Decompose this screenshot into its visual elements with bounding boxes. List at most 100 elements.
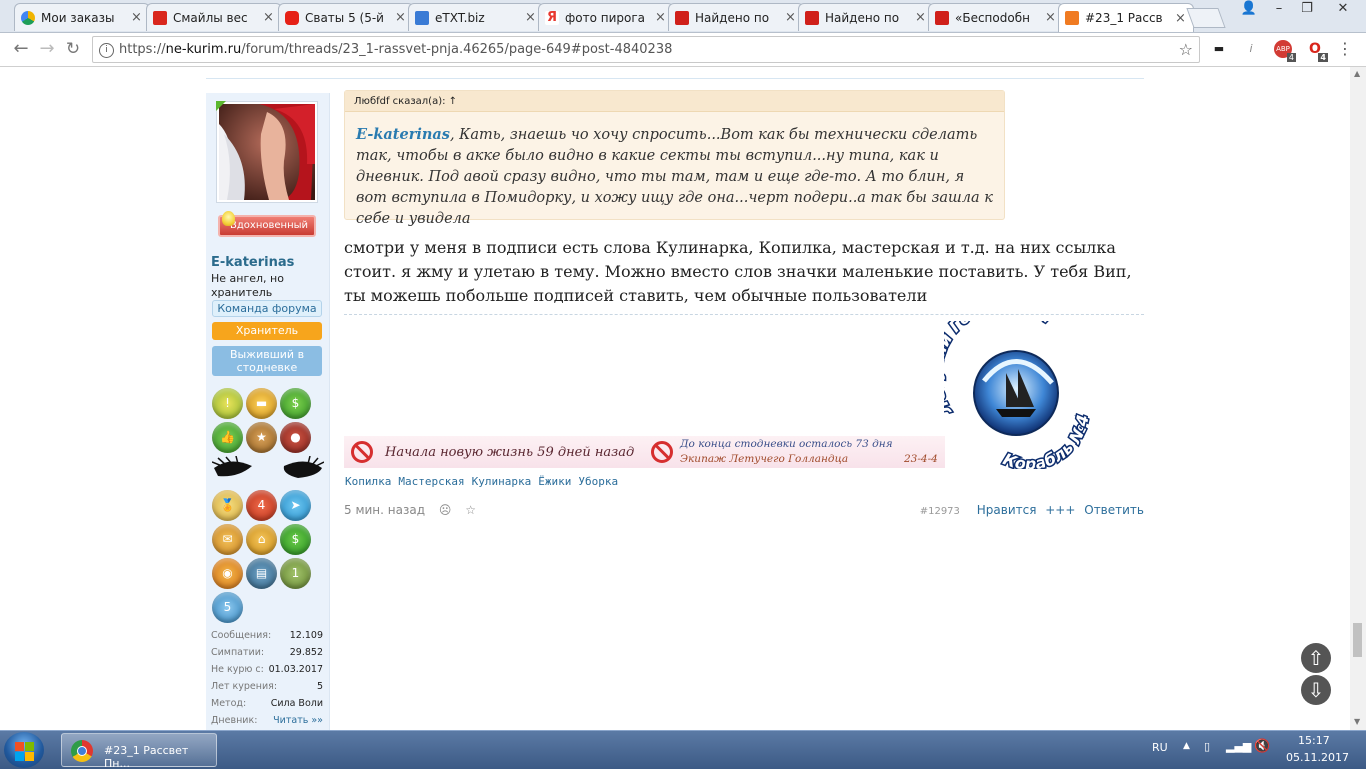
- tab-5[interactable]: Я фото пирога ×: [538, 3, 674, 31]
- tab-active[interactable]: #23_1 Рассв ×: [1058, 3, 1194, 32]
- info-extension-icon[interactable]: i: [1242, 40, 1260, 58]
- address-bar[interactable]: i https://ne-kurim.ru/forum/threads/23_1…: [92, 36, 1200, 63]
- divider: [206, 78, 1144, 79]
- adblock-icon[interactable]: ABP 4: [1274, 40, 1296, 62]
- tab-8[interactable]: «Беспodобн ×: [928, 3, 1064, 31]
- like-button[interactable]: Нравится: [977, 503, 1037, 517]
- close-icon[interactable]: ×: [131, 10, 143, 25]
- url-text: https://ne-kurim.ru/forum/threads/23_1-r…: [119, 42, 673, 57]
- back-button[interactable]: ←: [10, 38, 32, 60]
- quote-attribution[interactable]: Любfdf сказал(а): ↑: [354, 96, 457, 107]
- stat-diary: Дневник: Читать »»: [211, 715, 323, 729]
- tab-3[interactable]: Сваты 5 (5-й ×: [278, 3, 414, 31]
- trophy-book-5-icon[interactable]: 5: [212, 592, 243, 623]
- flying-dutchman-logo[interactable]: Летучий Голландец Корабль №4: [944, 321, 1090, 469]
- tab-2[interactable]: Смайлы вес ×: [146, 3, 282, 31]
- tab-4[interactable]: eTXT.biz ×: [408, 3, 544, 31]
- close-icon[interactable]: ×: [1175, 11, 1187, 26]
- tab-label: eTXT.biz: [435, 10, 485, 25]
- bookmark-star-icon[interactable]: ☆: [1179, 40, 1193, 59]
- browser-toolbar: ← → ↻ i https://ne-kurim.ru/forum/thread…: [0, 33, 1366, 67]
- minimize-button[interactable]: –: [1266, 0, 1292, 20]
- close-icon[interactable]: ×: [263, 10, 275, 25]
- lightbulb-icon: [222, 211, 235, 226]
- trophy-stars-icon[interactable]: ★: [246, 422, 277, 453]
- language-indicator[interactable]: RU: [1152, 741, 1168, 754]
- scroll-down-arrow-icon[interactable]: ▼: [1354, 717, 1360, 726]
- taskbar-chrome-item[interactable]: #23_1 Рассвет Пн...: [61, 733, 217, 770]
- trophy-number: 5: [223, 600, 232, 614]
- scroll-up-arrow-icon[interactable]: ▲: [1354, 69, 1360, 78]
- windows-logo-icon: [25, 752, 34, 761]
- tab-6[interactable]: Найдено по ×: [668, 3, 804, 31]
- reply-button[interactable]: Ответить: [1084, 503, 1144, 517]
- tab-favicon: [153, 10, 167, 25]
- user-icon[interactable]: 👤: [1236, 0, 1262, 20]
- info-icon[interactable]: i: [99, 43, 114, 58]
- menu-icon[interactable]: ⋮: [1336, 40, 1354, 58]
- signature-link-masterskaya[interactable]: Мастерская: [398, 475, 464, 488]
- post-time[interactable]: 5 мин. назад: [344, 503, 425, 517]
- scroll-up-button[interactable]: ⇧: [1301, 643, 1331, 673]
- close-icon[interactable]: ×: [655, 10, 667, 25]
- sad-face-icon[interactable]: ☹: [439, 503, 452, 517]
- tab-1[interactable]: Мои заказы ×: [14, 3, 150, 31]
- scrollbar-thumb[interactable]: [1353, 623, 1362, 657]
- network-icon[interactable]: ▂▄▆: [1226, 740, 1251, 753]
- stat-label: Симпатии:: [211, 647, 265, 658]
- close-window-button[interactable]: ✕: [1326, 0, 1360, 20]
- trophy-camera-icon[interactable]: ◉: [212, 558, 243, 589]
- quote-mention[interactable]: E-katerinas: [356, 126, 450, 143]
- trophy-tomato-4-icon[interactable]: 4: [246, 490, 277, 521]
- forward-button[interactable]: →: [36, 38, 58, 60]
- user-title: Не ангел, но хранитель: [211, 272, 284, 299]
- start-button[interactable]: [4, 732, 44, 768]
- device-icon[interactable]: ▯: [1204, 740, 1210, 753]
- signature-link-uborka[interactable]: Уборка: [578, 475, 618, 488]
- close-icon[interactable]: ×: [785, 10, 797, 25]
- trophy-train-icon[interactable]: ▤: [246, 558, 277, 589]
- trophy-warning-icon[interactable]: !: [212, 388, 243, 419]
- opera-extension-icon[interactable]: O4: [1306, 40, 1328, 62]
- trophy-telegram-icon[interactable]: ➤: [280, 490, 311, 521]
- signature-banner[interactable]: Начала новую жизнь 59 дней назад До конц…: [344, 436, 945, 468]
- reload-button[interactable]: ↻: [62, 38, 84, 60]
- new-tab-button[interactable]: [1186, 8, 1226, 28]
- signature-link-yozhiki[interactable]: Ёжики: [538, 475, 571, 488]
- tab-7[interactable]: Найдено по ×: [798, 3, 934, 31]
- cast-icon[interactable]: ▬: [1210, 40, 1228, 58]
- diary-link[interactable]: Читать »»: [273, 715, 323, 726]
- plus-button[interactable]: +++: [1045, 503, 1075, 517]
- clock-time[interactable]: 15:17: [1298, 734, 1330, 747]
- stat-method: Метод: Сила Воли: [211, 698, 323, 712]
- close-icon[interactable]: ×: [915, 10, 927, 25]
- close-icon[interactable]: ×: [525, 10, 537, 25]
- post-number[interactable]: #12973: [920, 506, 960, 517]
- star-icon[interactable]: ☆: [465, 503, 476, 517]
- post-message: смотри у меня в подписи есть слова Кулин…: [344, 238, 1132, 305]
- close-icon[interactable]: ×: [1045, 10, 1057, 25]
- scroll-down-button[interactable]: ⇩: [1301, 675, 1331, 705]
- signature-link-kulinarka[interactable]: Кулинарка: [472, 475, 532, 488]
- banner-team: Команда форума: [212, 300, 322, 317]
- trophy-house-icon[interactable]: ⌂: [246, 524, 277, 555]
- trophy-medal-icon[interactable]: 🏅: [212, 490, 243, 521]
- trophy-clover-1-icon[interactable]: 1: [280, 558, 311, 589]
- tray-expand-icon[interactable]: ▲: [1183, 741, 1190, 751]
- trophy-dollar-icon[interactable]: $: [280, 388, 311, 419]
- trophy-moneybag-icon[interactable]: $: [280, 524, 311, 555]
- forum-icon: [1065, 11, 1079, 25]
- avatar[interactable]: [216, 101, 318, 203]
- restore-button[interactable]: ❐: [1294, 0, 1320, 20]
- trophy-tomato-icon[interactable]: ●: [280, 422, 311, 453]
- page-scrollbar[interactable]: ▲ ▼: [1350, 67, 1366, 730]
- clock-date[interactable]: 05.11.2017: [1286, 751, 1349, 764]
- volume-muted-icon[interactable]: 🔇: [1254, 739, 1270, 754]
- username-link[interactable]: E-katerinas: [211, 255, 294, 270]
- trophy-sign-icon[interactable]: ▬: [246, 388, 277, 419]
- trophy-envelope-icon[interactable]: ✉: [212, 524, 243, 555]
- banner-keeper: Хранитель: [212, 322, 322, 340]
- close-icon[interactable]: ×: [395, 10, 407, 25]
- signature-link-kopilka[interactable]: Копилка: [345, 475, 391, 488]
- trophy-thumb-icon[interactable]: 👍: [212, 422, 243, 453]
